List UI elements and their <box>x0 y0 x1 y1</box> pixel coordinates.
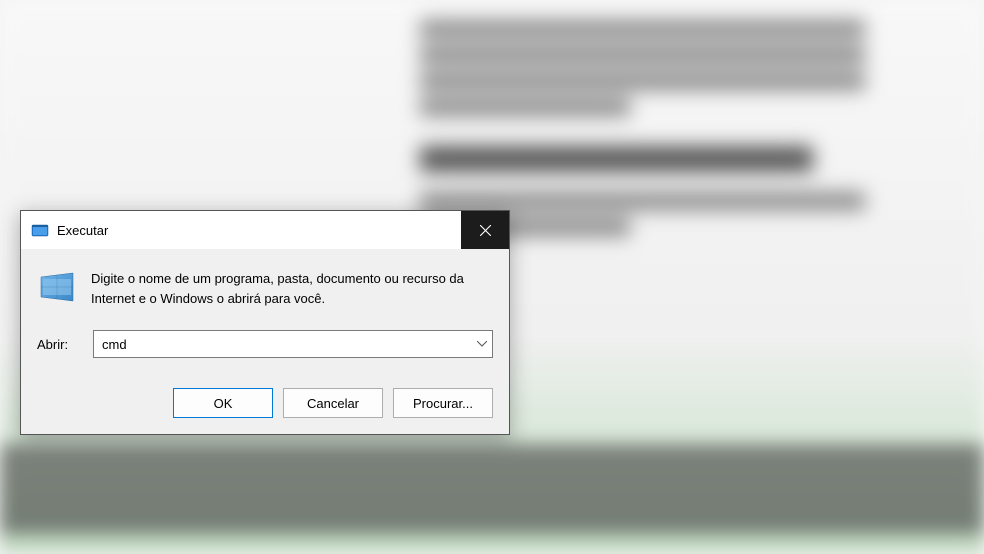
description-row: Digite o nome de um programa, pasta, doc… <box>37 267 493 308</box>
dialog-titlebar: Executar <box>21 211 509 249</box>
dialog-body: Digite o nome de um programa, pasta, doc… <box>21 249 509 434</box>
cancel-button[interactable]: Cancelar <box>283 388 383 418</box>
background-dark-band <box>0 444 984 534</box>
run-dialog-icon <box>31 221 49 239</box>
button-row: OK Cancelar Procurar... <box>37 388 493 418</box>
run-program-icon <box>37 267 77 307</box>
ok-button[interactable]: OK <box>173 388 273 418</box>
run-dialog: Executar <box>20 210 510 435</box>
open-label: Abrir: <box>37 337 93 352</box>
close-icon <box>480 225 491 236</box>
input-row: Abrir: <box>37 330 493 358</box>
dialog-title: Executar <box>57 223 461 238</box>
dialog-description: Digite o nome de um programa, pasta, doc… <box>91 267 493 308</box>
open-combobox[interactable] <box>93 330 493 358</box>
browse-button[interactable]: Procurar... <box>393 388 493 418</box>
open-input[interactable] <box>94 333 472 356</box>
close-button[interactable] <box>461 211 509 249</box>
combobox-dropdown-button[interactable] <box>472 331 492 357</box>
chevron-down-icon <box>477 341 487 347</box>
